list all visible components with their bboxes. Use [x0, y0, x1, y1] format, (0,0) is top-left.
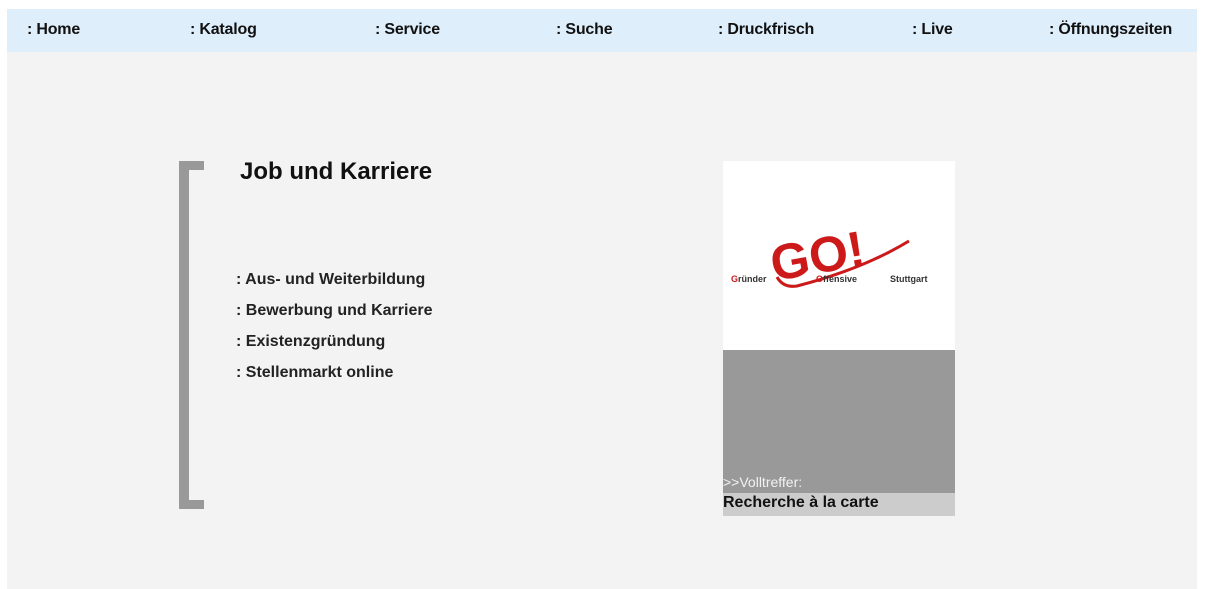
svg-text:Stuttgart: Stuttgart: [890, 274, 928, 284]
bracket-bottom-serif: [179, 500, 204, 509]
promo-gray-panel: >>Volltreffer:: [723, 350, 955, 493]
go-logo-icon: GO! Gründer Offensive Stuttgart: [731, 220, 928, 292]
link-stellenmarkt-online[interactable]: : Stellenmarkt online: [236, 361, 432, 392]
promo-caption: >>Volltreffer:: [723, 474, 803, 490]
link-aus-und-weiterbildung[interactable]: : Aus- und Weiterbildung: [236, 268, 432, 299]
svg-text:Offensive: Offensive: [816, 274, 857, 284]
nav-item-live[interactable]: : Live: [912, 21, 953, 39]
promo-box: GO! Gründer Offensive Stuttgart >>Volltr…: [723, 161, 955, 516]
sub-link-list: : Aus- und Weiterbildung : Bewerbung und…: [236, 268, 432, 392]
nav-item-service[interactable]: : Service: [375, 21, 440, 39]
nav-item-suche[interactable]: : Suche: [556, 21, 613, 39]
bracket-top-serif: [179, 161, 204, 170]
nav-item-katalog[interactable]: : Katalog: [190, 21, 257, 39]
page-container: : Home : Katalog : Service : Suche : Dru…: [7, 9, 1197, 589]
promo-link-bar: Recherche à la carte: [723, 493, 955, 516]
nav-item-druckfrisch[interactable]: : Druckfrisch: [718, 21, 814, 39]
link-bewerbung-und-karriere[interactable]: : Bewerbung und Karriere: [236, 299, 432, 330]
nav-item-oeffnungszeiten[interactable]: : Öffnungszeiten: [1049, 21, 1172, 39]
go-logo-banner[interactable]: GO! Gründer Offensive Stuttgart: [723, 161, 955, 350]
top-navigation: : Home : Katalog : Service : Suche : Dru…: [7, 9, 1197, 52]
svg-text:Gründer: Gründer: [731, 274, 767, 284]
link-existenzgruendung[interactable]: : Existenzgründung: [236, 330, 432, 361]
nav-item-home[interactable]: : Home: [27, 21, 80, 39]
bracket-decoration: [179, 161, 189, 509]
section-heading: Job und Karriere: [240, 158, 433, 185]
recherche-link[interactable]: Recherche à la carte: [723, 494, 879, 512]
